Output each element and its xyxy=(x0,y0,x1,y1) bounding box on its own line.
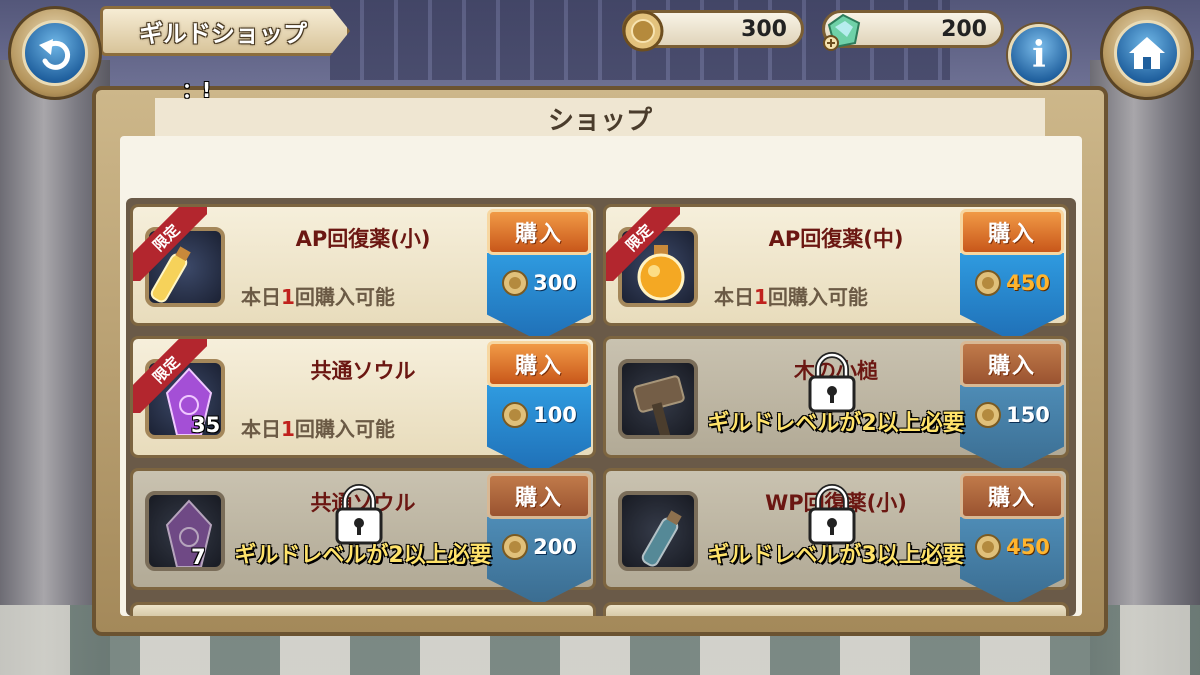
shop-item-partial[interactable] xyxy=(130,602,596,616)
item-name: WP回復薬(小) xyxy=(765,491,907,515)
shop-item-ap-potion-small[interactable]: 限定 AP回復薬(小) 本日1回購入可能 300 購入 xyxy=(130,204,596,341)
back-button[interactable] xyxy=(8,6,102,100)
shop-item-list[interactable]: 限定 AP回復薬(小) 本日1回購入可能 300 購入 限定 AP回復薬(中) … xyxy=(126,198,1076,616)
item-price: 450 xyxy=(1006,271,1050,295)
gem-counter[interactable]: 200 xyxy=(822,10,1004,51)
screen-title: ギルドショップ xyxy=(139,19,307,48)
buy-button-disabled: 購入 xyxy=(487,473,591,519)
shop-item-wp-potion-small: WP回復薬(小) 450 購入 ギルドレベルが3以上必要 xyxy=(603,468,1069,605)
shop-item-ap-potion-medium[interactable]: 限定 AP回復薬(中) 本日1回購入可能 450 購入 xyxy=(603,204,1069,341)
gem-amount: 200 xyxy=(941,16,987,42)
price-banner: 100 xyxy=(487,385,591,473)
lock-requirement-text: ギルドレベルが2以上必要 xyxy=(707,411,965,436)
item-name: AP回復薬(小) xyxy=(295,227,431,251)
price-banner: 150 xyxy=(960,385,1064,473)
buy-column: 300 購入 xyxy=(487,209,591,341)
back-arrow-icon xyxy=(39,39,71,70)
purchase-limit: 本日1回購入可能 xyxy=(241,285,395,309)
item-name: AP回復薬(中) xyxy=(768,227,904,251)
info-button[interactable]: i xyxy=(1008,24,1070,86)
shop-item-partial[interactable] xyxy=(603,602,1069,616)
guild-coin-icon xyxy=(975,402,1002,428)
home-button[interactable] xyxy=(1100,6,1194,100)
guild-coin-counter: 300 xyxy=(622,10,804,52)
soul-crystal-icon xyxy=(165,499,213,567)
item-name: 共通ソウル xyxy=(310,491,416,515)
guild-coin-icon xyxy=(622,10,664,52)
wooden-mallet-icon xyxy=(633,375,685,435)
info-icon: i xyxy=(1032,34,1046,76)
shop-item-common-soul[interactable]: 35 限定 共通ソウル 本日1回購入可能 100 購入 xyxy=(130,336,596,473)
limited-ribbon: 限定 xyxy=(133,207,207,281)
guild-coin-icon xyxy=(502,402,529,428)
price-banner: 300 xyxy=(487,253,591,341)
item-name: 木の小槌 xyxy=(794,359,878,383)
shop-panel-title-text: ショップ xyxy=(547,106,652,136)
item-price: 100 xyxy=(533,403,577,427)
buy-column: 450 購入 xyxy=(960,473,1064,605)
shop-panel-title: ショップ xyxy=(155,98,1045,136)
limited-ribbon: 限定 xyxy=(133,339,207,413)
item-price: 200 xyxy=(533,535,577,559)
buy-column: 100 購入 xyxy=(487,341,591,473)
buy-column: 200 購入 xyxy=(487,473,591,605)
shop-item-common-soul-locked: 7 共通ソウル 200 購入 ギルドレベルが2以上必要 xyxy=(130,468,596,605)
item-thumbnail xyxy=(618,359,698,439)
lock-requirement-text: ギルドレベルが3以上必要 xyxy=(707,543,965,568)
potion-vial-icon xyxy=(641,510,682,567)
limited-ribbon: 限定 xyxy=(606,207,680,281)
item-name: 共通ソウル xyxy=(310,359,416,383)
buy-button-disabled: 購入 xyxy=(960,341,1064,387)
chat-ticker: ：! xyxy=(182,78,212,102)
item-price: 450 xyxy=(1006,535,1050,559)
gem-icon xyxy=(823,13,861,51)
buy-button[interactable]: 購入 xyxy=(487,209,591,255)
guild-coin-icon xyxy=(502,534,529,560)
item-thumbnail xyxy=(145,491,225,571)
purchase-limit: 本日1回購入可能 xyxy=(241,417,395,441)
guild-coin-icon xyxy=(975,270,1002,296)
purchase-limit: 本日1回購入可能 xyxy=(714,285,868,309)
buy-column: 150 購入 xyxy=(960,341,1064,473)
screen-title-plate: ギルドショップ xyxy=(100,6,350,56)
item-price: 150 xyxy=(1006,403,1050,427)
price-banner: 450 xyxy=(960,253,1064,341)
buy-column: 450 購入 xyxy=(960,209,1064,341)
guild-coin-icon xyxy=(975,534,1002,560)
lock-requirement-text: ギルドレベルが2以上必要 xyxy=(234,543,492,568)
buy-button[interactable]: 購入 xyxy=(960,209,1064,255)
guild-coin-icon xyxy=(502,270,529,296)
guild-coin-amount: 300 xyxy=(741,16,787,42)
price-banner: 200 xyxy=(487,517,591,605)
item-quantity: 35 xyxy=(191,413,221,437)
price-banner: 450 xyxy=(960,517,1064,605)
item-thumbnail xyxy=(618,491,698,571)
buy-button-disabled: 購入 xyxy=(960,473,1064,519)
item-quantity: 7 xyxy=(191,545,206,569)
home-icon xyxy=(1129,37,1165,69)
shop-item-wooden-mallet: 木の小槌 150 購入 ギルドレベルが2以上必要 xyxy=(603,336,1069,473)
buy-button[interactable]: 購入 xyxy=(487,341,591,387)
item-price: 300 xyxy=(533,271,577,295)
